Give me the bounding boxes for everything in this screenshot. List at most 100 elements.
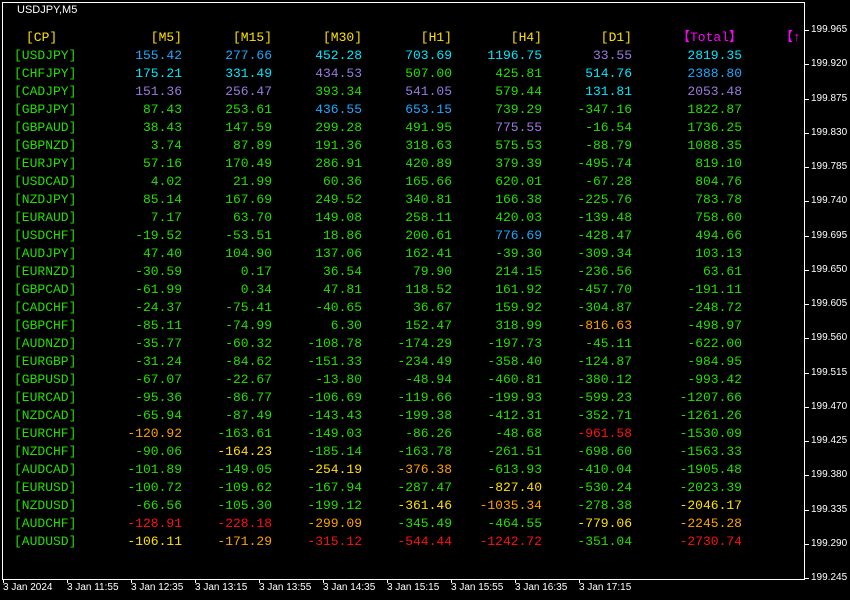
value-total: 783.78 [695,192,742,207]
value-m5: -100.72 [127,480,182,495]
value-m15: 0.34 [240,282,272,297]
value-h1: 318.63 [405,138,452,153]
value-h1: 165.66 [405,174,452,189]
value-m30: -13.80 [315,372,362,387]
pair-label: [EURGBP] [14,354,77,369]
price-tick [805,373,809,374]
pair-label: [EURUSD] [14,480,77,495]
price-tick [805,544,809,545]
value-total: 2053.48 [687,84,742,99]
value-m15: -163.61 [217,426,272,441]
value-d1: -236.56 [577,264,632,279]
value-d1: -278.38 [577,498,632,513]
value-m5: 4.02 [150,174,182,189]
time-label: 3 Jan 2024 [3,582,53,593]
value-h4: -464.55 [487,516,542,531]
pair-label: [GBPAUD] [14,120,77,135]
value-h1: 200.61 [405,228,452,243]
value-m5: -67.07 [135,372,182,387]
value-m15: 277.66 [225,48,272,63]
value-total: -191.11 [687,282,742,297]
value-d1: -380.12 [577,372,632,387]
value-d1: -530.24 [577,480,632,495]
time-label: 3 Jan 15:55 [451,582,504,593]
value-m15: -109.62 [217,480,272,495]
value-m30: 137.06 [315,246,362,261]
value-h4: -827.40 [487,480,542,495]
value-h4: -261.51 [487,444,542,459]
value-d1: -88.79 [585,138,632,153]
price-tick [805,99,809,100]
pair-label: [EURJPY] [14,156,77,171]
header-m5: [M5] [150,30,182,45]
value-h4: 318.99 [495,318,542,333]
time-label: 3 Jan 17:15 [579,582,632,593]
value-total: -1261.26 [679,408,742,423]
price-label: 199.605 [811,298,848,309]
price-label: 199.245 [811,572,848,583]
value-h1: 36.67 [412,300,452,315]
value-m15: -53.51 [225,228,272,243]
value-h4: -613.93 [487,462,542,477]
pair-label: [AUDUSD] [14,534,77,549]
pair-label: [AUDNZD] [14,336,77,351]
value-h1: 340.81 [405,192,452,207]
value-h1: -119.66 [397,390,452,405]
value-d1: -304.87 [577,300,632,315]
value-m15: 331.49 [225,66,272,81]
value-m30: 18.86 [322,228,362,243]
value-total: -622.00 [687,336,742,351]
pair-label: [GBPCHF] [14,318,77,333]
value-h4: 579.44 [495,84,542,99]
value-d1: 33.55 [592,48,632,63]
value-m5: -31.24 [135,354,182,369]
chart-symbol-label: USDJPY,M5 [17,4,78,16]
header-total: 【Total】 [676,30,742,45]
value-h4: 166.38 [495,192,542,207]
value-d1: -428.47 [577,228,632,243]
value-d1: -352.71 [577,408,632,423]
value-total: -1207.66 [679,390,742,405]
value-d1: -961.58 [577,426,632,441]
price-tick [805,407,809,408]
value-m5: -85.11 [135,318,182,333]
value-h1: 541.05 [405,84,452,99]
value-total: 1822.87 [687,102,742,117]
time-label: 3 Jan 11:55 [67,582,119,593]
value-m15: 167.69 [225,192,272,207]
price-label: 199.335 [811,504,848,515]
pair-label: [CADJPY] [14,84,77,99]
value-total: -1905.48 [679,462,742,477]
pair-label: [NZDCHF] [14,444,77,459]
value-m5: -30.59 [135,264,182,279]
value-d1: -225.76 [577,192,632,207]
value-m15: 87.89 [232,138,272,153]
value-m5: 151.36 [135,84,182,99]
value-m15: -86.77 [225,390,272,405]
price-tick [805,270,809,271]
value-m15: 0.17 [240,264,272,279]
value-h4: 775.55 [495,120,542,135]
price-label: 199.425 [811,435,848,446]
value-d1: -410.04 [577,462,632,477]
pair-label: [USDCAD] [14,174,77,189]
value-h1: -234.49 [397,354,452,369]
value-m15: -75.41 [225,300,272,315]
header-h4: [H4] [510,30,542,45]
value-h1: -174.29 [397,336,452,351]
value-m5: -19.52 [135,228,182,243]
value-total: 494.66 [695,228,742,243]
value-m30: -151.33 [307,354,362,369]
value-m15: 63.70 [232,210,272,225]
value-m30: -199.12 [307,498,362,513]
value-m5: -61.99 [135,282,182,297]
value-h4: -39.30 [495,246,542,261]
value-m5: -106.11 [127,534,182,549]
value-m5: -65.94 [135,408,182,423]
value-m30: -149.03 [307,426,362,441]
value-m5: -90.06 [135,444,182,459]
value-d1: -351.04 [577,534,632,549]
value-m30: 452.28 [315,48,362,63]
value-m30: -143.43 [307,408,362,423]
value-m5: -101.89 [127,462,182,477]
